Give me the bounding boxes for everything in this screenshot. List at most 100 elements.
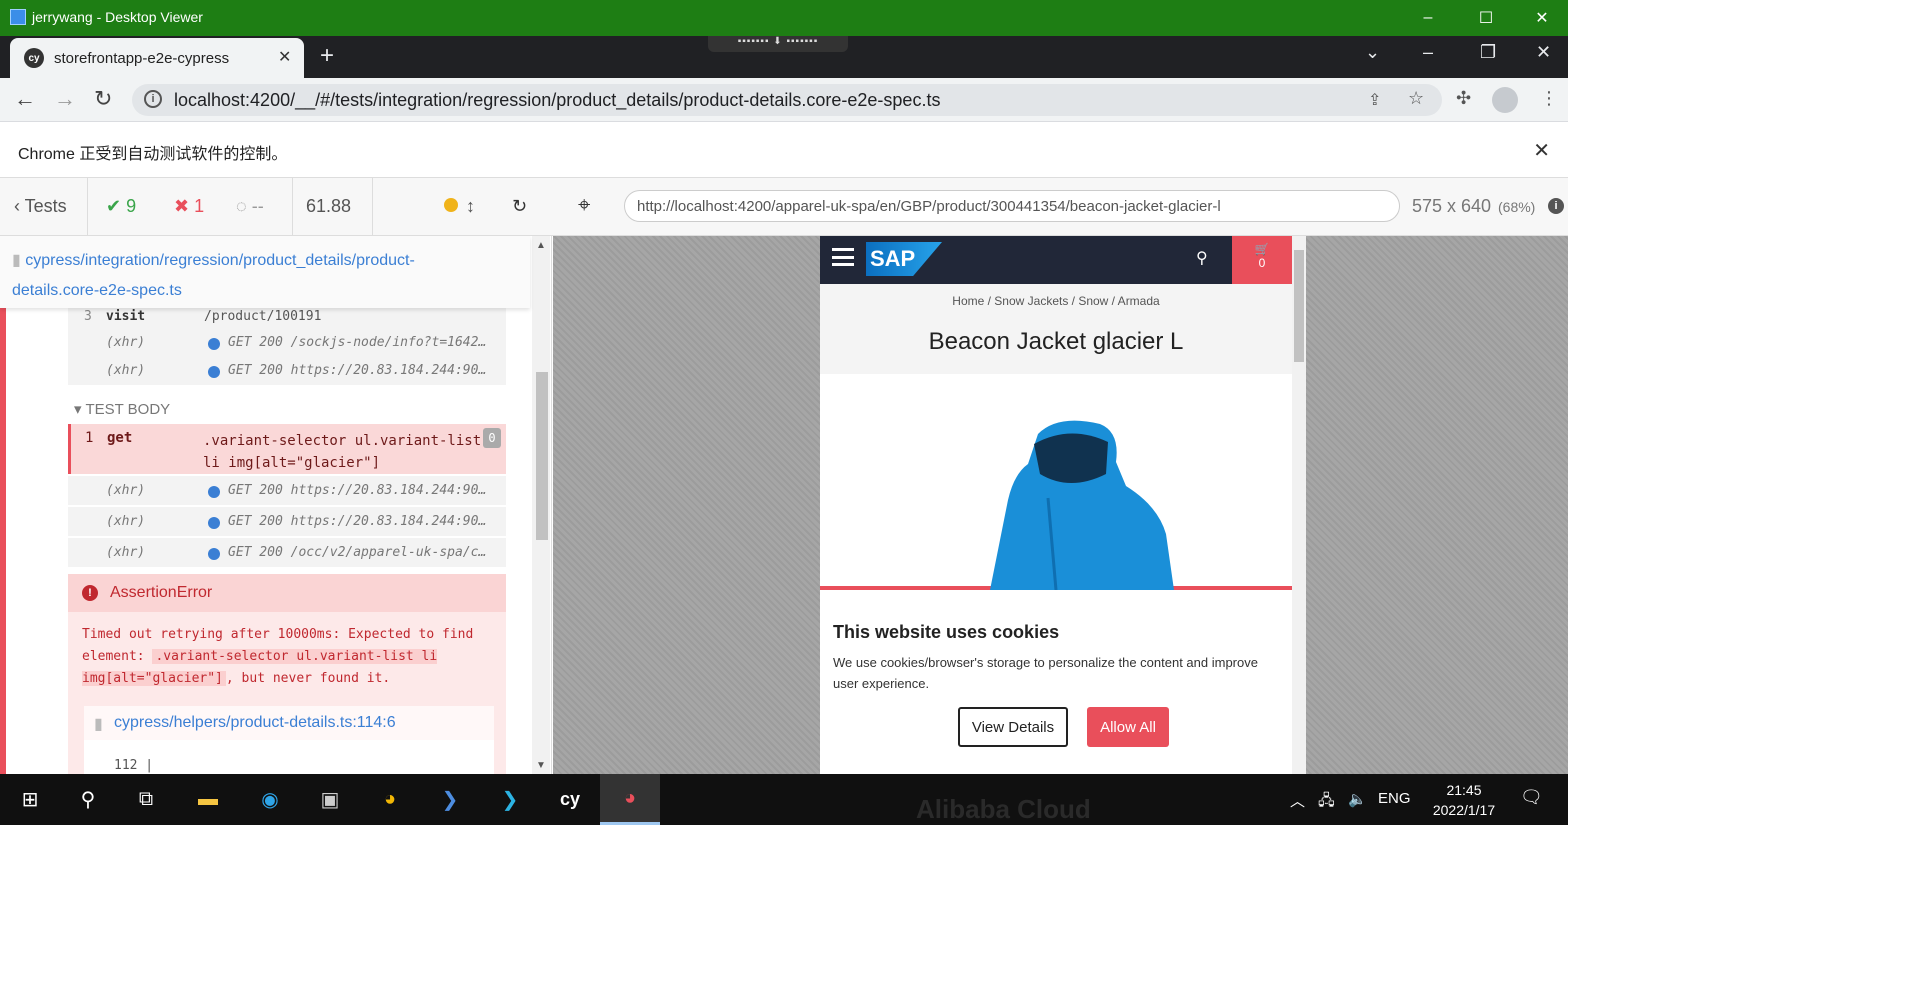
- element-count-badge: 0: [483, 428, 501, 448]
- profile-avatar-icon[interactable]: [1492, 87, 1518, 113]
- clock-time: 21:45: [1446, 782, 1482, 798]
- selector-playground-icon[interactable]: ⌖: [578, 192, 590, 218]
- aut-iframe: SAP ⚲ 🛒 0 Home / Snow Jackets / Snow / A…: [820, 236, 1306, 774]
- xhr-command-row[interactable]: (xhr) GET 200 /occ/v2/apparel-uk-spa/c…: [68, 538, 506, 568]
- info-icon[interactable]: i: [1548, 198, 1564, 214]
- chrome-icon[interactable]: ◕: [360, 774, 420, 825]
- tab-title: storefrontapp-e2e-cypress: [54, 50, 230, 67]
- session-grip-handle[interactable]: ▪▪▪▪▪▪▪ ⬇ ▪▪▪▪▪▪▪: [708, 36, 848, 52]
- xhr-command-row[interactable]: (xhr) GET 200 https://20.83.184.244:90…: [68, 507, 506, 537]
- error-icon: !: [82, 585, 98, 601]
- tab-search-chevron-icon[interactable]: ⌄: [1365, 42, 1380, 63]
- chrome-active-icon[interactable]: ◕: [600, 774, 660, 825]
- cypress-icon: cy: [24, 48, 44, 68]
- browser-minimize-icon[interactable]: –: [1423, 42, 1433, 63]
- pending-count: --: [251, 196, 264, 216]
- back-arrow-icon[interactable]: ←: [14, 86, 36, 112]
- powershell-icon[interactable]: ❯: [420, 774, 480, 825]
- auto-scroll-indicator[interactable]: [444, 198, 458, 212]
- product-image: [990, 420, 1174, 590]
- site-info-icon[interactable]: i: [144, 90, 162, 108]
- breadcrumb: Home / Snow Jackets / Snow / Armada: [952, 294, 1160, 308]
- file-explorer-icon[interactable]: ▬: [178, 774, 238, 825]
- passed-count: 9: [126, 196, 137, 216]
- failed-count: 1: [194, 196, 205, 216]
- alibaba-cloud-watermark: Alibaba Cloud: [916, 794, 1091, 824]
- edge-icon[interactable]: ◉: [240, 774, 300, 825]
- close-button[interactable]: ✕: [1514, 0, 1570, 36]
- maximize-button[interactable]: ☐: [1458, 0, 1514, 36]
- xhr-status-dot: [208, 338, 220, 350]
- viewport-size: 575 x 640: [1412, 196, 1492, 216]
- aut-scroll-thumb[interactable]: [1294, 250, 1304, 362]
- start-button-icon[interactable]: ⊞: [0, 774, 60, 825]
- error-header: ! AssertionError: [68, 574, 506, 612]
- forward-arrow-icon[interactable]: →: [54, 86, 76, 112]
- cart-button[interactable]: 🛒 0: [1232, 236, 1292, 284]
- reporter-header: ‹ Tests ✔ 9 ✖ 1 ◌ -- 61.88 ↕ ↻: [0, 178, 552, 236]
- scroll-up-icon[interactable]: ▲: [536, 240, 546, 251]
- view-details-button[interactable]: View Details: [958, 707, 1068, 747]
- address-url: localhost:4200/__/#/tests/integration/re…: [174, 90, 941, 110]
- address-bar[interactable]: i localhost:4200/__/#/tests/integration/…: [132, 84, 1442, 116]
- browser-restore-icon[interactable]: ❐: [1480, 42, 1496, 63]
- cookie-banner: This website uses cookies We use cookies…: [820, 594, 1292, 774]
- search-icon[interactable]: ⚲: [58, 774, 118, 825]
- cypress-app-icon[interactable]: cy: [540, 774, 600, 825]
- rerun-icon[interactable]: ↻: [512, 196, 527, 217]
- volume-icon[interactable]: 🔈: [1348, 790, 1367, 808]
- caret-down-icon: ▾: [74, 401, 86, 418]
- search-icon[interactable]: ⚲: [1196, 248, 1208, 268]
- spec-path-link[interactable]: ▮ cypress/integration/regression/product…: [12, 246, 482, 306]
- failed-get-command[interactable]: 1 get .variant-selector ul.variant-list …: [68, 424, 506, 474]
- stack-file-link[interactable]: ▮ cypress/helpers/product-details.ts:114…: [84, 706, 494, 740]
- xhr-command-row[interactable]: (xhr) GET 200 /sockjs-node/info?t=1642…: [68, 328, 506, 358]
- aut-url-field[interactable]: http://localhost:4200/apparel-uk-spa/en/…: [624, 190, 1400, 222]
- pending-stat: ◌ --: [236, 196, 264, 216]
- duration: 61.88: [306, 196, 352, 216]
- file-icon: ▮: [12, 252, 26, 269]
- reporter-scroll-thumb[interactable]: [536, 372, 548, 540]
- clock[interactable]: 21:45 2022/1/17: [1424, 780, 1504, 820]
- failed-stat: ✖ 1: [174, 196, 205, 216]
- network-icon[interactable]: 🖧: [1318, 790, 1335, 815]
- cart-icon: 🛒: [1254, 242, 1270, 256]
- xhr-status-dot: [208, 486, 220, 498]
- remote-desktop-icon[interactable]: ▣: [300, 774, 360, 825]
- xhr-command-row[interactable]: (xhr) GET 200 https://20.83.184.244:90…: [68, 356, 506, 386]
- command-log: ▮ cypress/integration/regression/product…: [0, 236, 552, 774]
- remote-desktop-titlebar: jerrywang - Desktop Viewer – ☐ ✕: [0, 0, 1568, 36]
- chevron-up-icon[interactable]: ︿: [1290, 790, 1305, 811]
- test-body-section[interactable]: ▾ TEST BODY: [74, 400, 170, 418]
- chrome-menu-icon[interactable]: ⋮: [1540, 88, 1558, 109]
- reload-icon[interactable]: ↻: [94, 86, 112, 112]
- close-tab-icon[interactable]: ✕: [278, 47, 291, 67]
- notifications-icon[interactable]: 🗨: [1520, 787, 1543, 808]
- storefront-header: SAP ⚲ 🛒 0: [820, 236, 1292, 284]
- minimize-button[interactable]: –: [1400, 0, 1456, 36]
- hamburger-menu-icon[interactable]: [832, 248, 854, 266]
- terminal-icon[interactable]: ❯: [480, 774, 540, 825]
- passed-stat: ✔ 9: [106, 196, 137, 216]
- close-infobar-icon[interactable]: ✕: [1533, 138, 1550, 163]
- scroll-down-icon[interactable]: ▼: [536, 760, 546, 771]
- language-indicator[interactable]: ENG: [1378, 790, 1411, 807]
- cookie-message: We use cookies/browser's storage to pers…: [833, 655, 1258, 691]
- spec-path-header[interactable]: ▮ cypress/integration/regression/product…: [0, 236, 530, 308]
- tests-button[interactable]: ‹ Tests: [14, 196, 67, 217]
- browser-close-icon[interactable]: ✕: [1536, 42, 1551, 63]
- share-icon[interactable]: ⇪: [1368, 90, 1381, 110]
- extensions-puzzle-icon[interactable]: ✣: [1456, 88, 1471, 109]
- file-icon: ▮: [94, 716, 103, 733]
- xhr-command-row[interactable]: (xhr) GET 200 https://20.83.184.244:90…: [68, 476, 506, 506]
- bookmark-star-icon[interactable]: ☆: [1408, 88, 1424, 109]
- allow-all-button[interactable]: Allow All: [1087, 707, 1169, 747]
- sap-logo[interactable]: SAP: [866, 242, 942, 276]
- window-title: jerrywang - Desktop Viewer: [32, 9, 203, 25]
- task-view-icon[interactable]: ⧉: [116, 774, 176, 825]
- browser-tab[interactable]: cy storefrontapp-e2e-cypress ✕: [10, 38, 304, 78]
- cookie-title: This website uses cookies: [833, 622, 1060, 642]
- new-tab-button[interactable]: +: [320, 42, 334, 70]
- cart-count: 0: [1258, 256, 1266, 270]
- scroll-toggle-icon[interactable]: ↕: [466, 196, 475, 217]
